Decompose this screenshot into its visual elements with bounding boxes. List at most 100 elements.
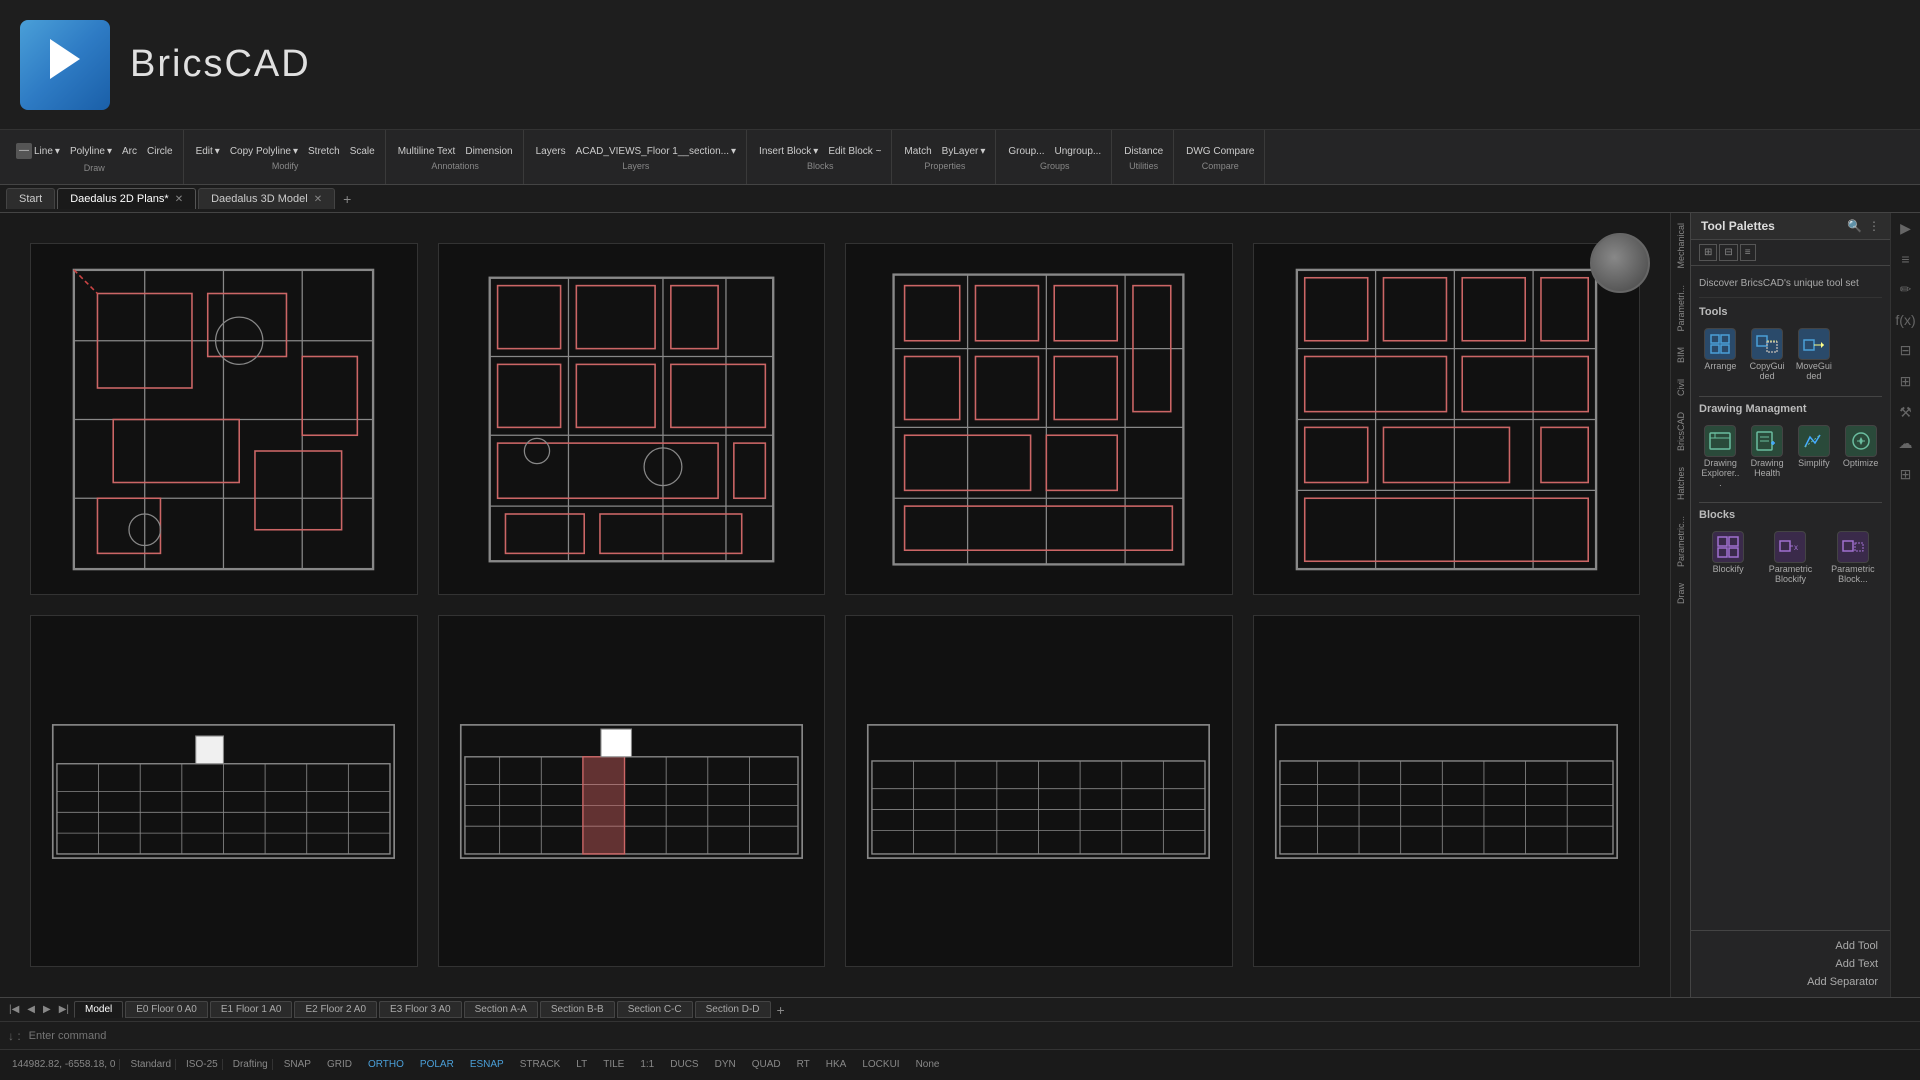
blocks-icon[interactable]: ⊞ — [1897, 370, 1915, 393]
ribbon-btn-match[interactable]: Match — [900, 144, 935, 159]
sheet-tab-section-aa[interactable]: Section A-A — [464, 1001, 538, 1018]
ribbon-btn-scale[interactable]: Scale — [346, 144, 379, 159]
side-tab-hatches[interactable]: Hatches — [1674, 461, 1688, 506]
doc-tab-start[interactable]: Start — [6, 188, 55, 209]
ribbon-btn-bylayer[interactable]: ByLayer▾ — [938, 144, 990, 159]
tool-blockify[interactable]: Blockify — [1699, 527, 1757, 589]
ribbon-btn-edit[interactable]: Edit▾ — [192, 144, 224, 159]
properties-icon[interactable]: ▶ — [1897, 217, 1914, 240]
panel-menu-icon[interactable]: ⋮ — [1868, 219, 1880, 233]
panel-search-icon[interactable]: 🔍 — [1847, 219, 1862, 233]
drawing-cell-6[interactable] — [438, 615, 826, 967]
drawing-cell-5[interactable] — [30, 615, 418, 967]
tool-moveguid[interactable]: MoveGuided — [1793, 324, 1836, 386]
ribbon-btn-dimension[interactable]: Dimension — [461, 144, 516, 159]
cloud-icon[interactable]: ☁ — [1896, 432, 1916, 455]
tool-drawing-explorer[interactable]: Drawing Explorer... — [1699, 421, 1742, 493]
status-hka-btn[interactable]: HKA — [821, 1057, 852, 1072]
ribbon-btn-stretch[interactable]: Stretch — [304, 144, 344, 159]
drawing-cell-8[interactable] — [1253, 615, 1641, 967]
settings-icon[interactable]: ≡ — [1898, 248, 1912, 270]
tool-simplify[interactable]: Simplify — [1793, 421, 1836, 493]
drawing-cell-4[interactable] — [1253, 243, 1641, 595]
command-input[interactable] — [29, 1030, 1912, 1042]
side-tab-bricscad[interactable]: BricsCAD — [1674, 406, 1688, 457]
tool-arrange[interactable]: Arrange — [1699, 324, 1742, 386]
sheet-tab-e1[interactable]: E1 Floor 1 A0 — [210, 1001, 293, 1018]
side-tab-parametric[interactable]: Parametri... — [1674, 279, 1688, 338]
ribbon-btn-layer-select[interactable]: ACAD_VIEWS_Floor 1__section...▾ — [572, 144, 740, 159]
layers-icon[interactable]: ⊟ — [1897, 339, 1915, 362]
drawing-cell-3[interactable] — [845, 243, 1233, 595]
sheet-tab-section-cc[interactable]: Section C-C — [617, 1001, 693, 1018]
tool-param-block[interactable]: Parametric Block... — [1824, 527, 1882, 589]
ribbon-btn-edit-block[interactable]: Edit Block ~ — [824, 144, 885, 159]
drawing-cell-7[interactable] — [845, 615, 1233, 967]
status-polar-btn[interactable]: POLAR — [415, 1057, 459, 1072]
doc-tab-2dplans[interactable]: Daedalus 2D Plans* ✕ — [57, 188, 196, 209]
status-snap-btn[interactable]: SNAP — [279, 1057, 316, 1072]
sheet-tab-e2[interactable]: E2 Floor 2 A0 — [294, 1001, 377, 1018]
panel-view-small-icon[interactable]: ≡ — [1740, 244, 1756, 261]
side-tab-parametric2[interactable]: Parametric... — [1674, 510, 1688, 573]
panel-view-medium-icon[interactable]: ⊟ — [1719, 244, 1737, 261]
ribbon-btn-insert-block[interactable]: Insert Block▾ — [755, 144, 822, 159]
status-esnap-btn[interactable]: ESNAP — [465, 1057, 509, 1072]
status-grid-btn[interactable]: GRID — [322, 1057, 357, 1072]
side-tab-bim[interactable]: BIM — [1674, 341, 1688, 369]
tool-optimize[interactable]: Optimize — [1839, 421, 1882, 493]
canvas-area[interactable] — [0, 213, 1670, 997]
tab-close-3dmodel[interactable]: ✕ — [314, 194, 322, 205]
side-tab-civil[interactable]: Civil — [1674, 373, 1688, 402]
ribbon-btn-line[interactable]: — Line▾ — [12, 141, 64, 161]
status-tile-btn[interactable]: TILE — [598, 1057, 629, 1072]
status-dyn-btn[interactable]: DYN — [710, 1057, 741, 1072]
add-text-button[interactable]: Add Text — [1699, 955, 1882, 973]
tab-add-button[interactable]: + — [337, 189, 357, 209]
tab-close-2dplans[interactable]: ✕ — [175, 194, 183, 205]
tool-drawing-health[interactable]: Drawing Health — [1746, 421, 1789, 493]
sheet-tab-add[interactable]: + — [773, 1002, 789, 1018]
status-none-btn[interactable]: None — [911, 1057, 945, 1072]
ribbon-btn-circle[interactable]: Circle — [143, 144, 177, 159]
grid-icon[interactable]: ⊞ — [1897, 463, 1915, 486]
side-tab-mechanical[interactable]: Mechanical — [1674, 217, 1688, 275]
status-strack-btn[interactable]: STRACK — [515, 1057, 566, 1072]
sheet-tab-e0[interactable]: E0 Floor 0 A0 — [125, 1001, 208, 1018]
drawing-cell-2[interactable] — [438, 243, 826, 595]
sheet-tab-section-bb[interactable]: Section B-B — [540, 1001, 615, 1018]
ribbon-btn-multiline[interactable]: Multiline Text — [394, 144, 460, 159]
panel-view-large-icon[interactable]: ⊞ — [1699, 244, 1717, 261]
ribbon-btn-arc[interactable]: Arc — [118, 144, 141, 159]
status-ducs-btn[interactable]: DUCS — [665, 1057, 703, 1072]
fx-icon[interactable]: f(x) — [1892, 309, 1918, 331]
doc-tab-3dmodel[interactable]: Daedalus 3D Model ✕ — [198, 188, 335, 209]
edit-icon[interactable]: ✏ — [1897, 278, 1915, 301]
ribbon-btn-ungroup[interactable]: Ungroup... — [1051, 144, 1106, 159]
status-quad-btn[interactable]: QUAD — [747, 1057, 786, 1072]
ribbon-btn-distance[interactable]: Distance — [1120, 144, 1167, 159]
status-rt-btn[interactable]: RT — [792, 1057, 815, 1072]
sheet-nav-next-next[interactable]: ▶| — [56, 1002, 72, 1017]
tool-copyguid[interactable]: CopyGuided — [1746, 324, 1789, 386]
ribbon-btn-layers[interactable]: Layers — [532, 144, 570, 159]
ribbon-btn-compare[interactable]: DWG Compare — [1182, 144, 1258, 159]
sheet-nav-prev[interactable]: ◀ — [24, 1002, 38, 1017]
drawing-cell-1[interactable] — [30, 243, 418, 595]
ribbon-btn-group[interactable]: Group... — [1004, 144, 1048, 159]
status-lockui-btn[interactable]: LOCKUI — [857, 1057, 904, 1072]
viewport-navigator[interactable] — [1590, 233, 1650, 293]
ribbon-btn-polyline[interactable]: Polyline▾ — [66, 144, 116, 159]
add-tool-button[interactable]: Add Tool — [1699, 937, 1882, 955]
tools-icon[interactable]: ⚒ — [1896, 401, 1915, 424]
sheet-tab-section-dd[interactable]: Section D-D — [695, 1001, 771, 1018]
status-lt-btn[interactable]: LT — [571, 1057, 592, 1072]
side-tab-draw[interactable]: Draw — [1674, 577, 1688, 610]
sheet-nav-prev-prev[interactable]: |◀ — [6, 1002, 22, 1017]
sheet-tab-model[interactable]: Model — [74, 1001, 123, 1018]
sheet-tab-e3[interactable]: E3 Floor 3 A0 — [379, 1001, 462, 1018]
tool-param-blockify[interactable]: x Parametric Blockify — [1761, 527, 1819, 589]
status-ratio-btn[interactable]: 1:1 — [635, 1057, 659, 1072]
add-separator-button[interactable]: Add Separator — [1699, 973, 1882, 991]
status-ortho-btn[interactable]: ORTHO — [363, 1057, 409, 1072]
